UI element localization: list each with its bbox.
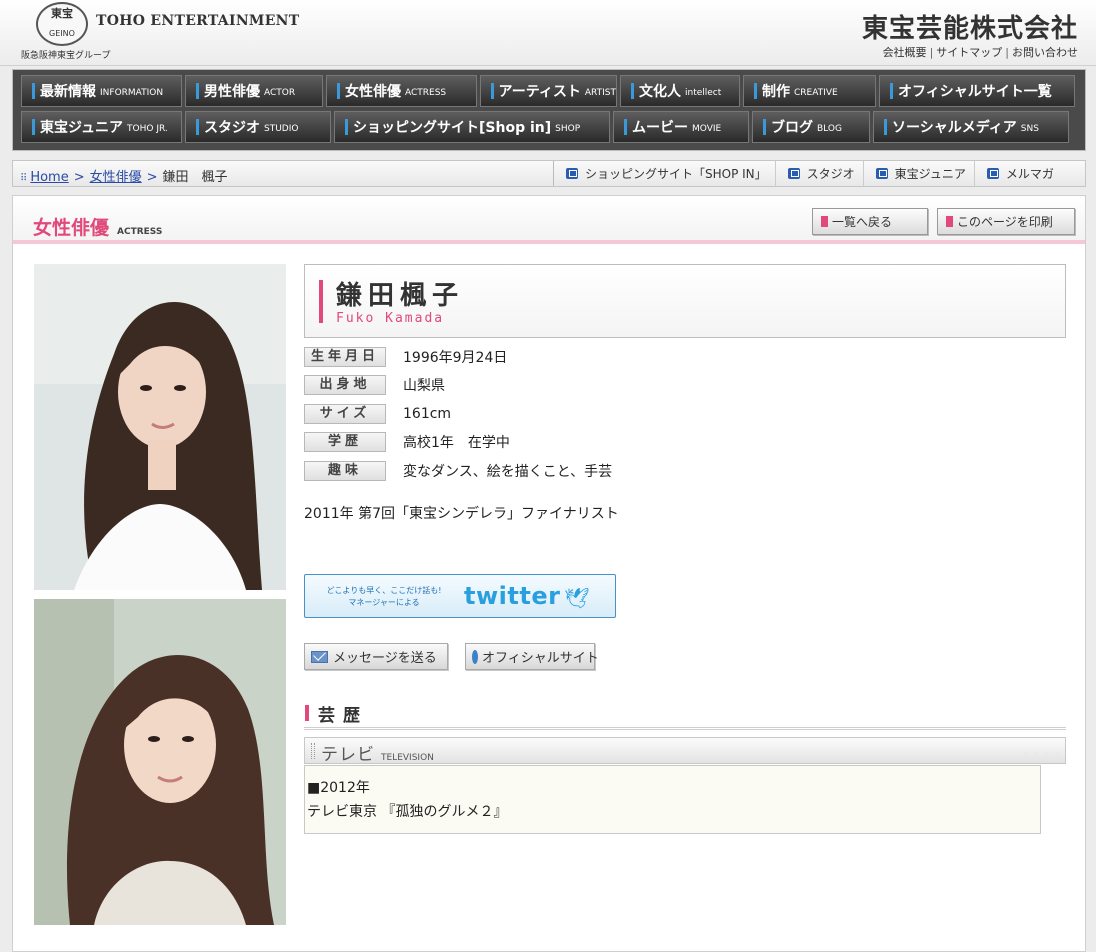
profile-value: 変なダンス、絵を描くこと、手芸 [403,464,613,480]
nav-official-sites[interactable]: オフィシャルサイト一覧 [879,75,1075,107]
twitter-banner[interactable]: どこよりも早く、ここだけ話も! マネージャーによる twitter 🕊 [304,574,616,618]
profile-row-size: サイズ 161cm [304,403,451,425]
name-japanese: 鎌田楓子 [336,281,465,311]
official-site-button[interactable]: オフィシャルサイト [465,643,599,670]
back-to-list-button[interactable]: 一覧へ戻る [812,208,928,235]
section-title: 女性俳優 ACTRESS [33,217,163,239]
breadcrumb-home[interactable]: Home [30,170,68,185]
profile-value: 高校1年 在学中 [403,435,510,451]
decorative-dots: . . . . [1024,746,1061,757]
profile-photo-2 [34,599,286,925]
quicklink-toho-jr[interactable]: 東宝ジュニア [864,161,975,186]
main-panel: 女性俳優 ACTRESS 一覧へ戻る このページを印刷 鎌田楓子 Fuko Ka… [12,195,1086,952]
nav-creative[interactable]: 制作 CREATIVE [743,75,876,107]
quicklink-shop[interactable]: ショッピングサイト「SHOP IN」 [554,161,776,186]
document-icon [946,216,953,227]
chevron-right-icon: > [73,170,85,185]
accent-bar [319,280,323,323]
nav-sns[interactable]: ソーシャルメディア SNS [873,111,1069,143]
accent-bar [305,705,309,721]
quicklink-mailmag[interactable]: メルマガ [975,161,1062,186]
tv-list: ■2012年 テレビ東京 『孤独のグルメ２』 [304,765,1041,834]
profile-photo-1 [34,264,286,590]
tv-entry: テレビ東京 『孤独のグルメ２』 [307,804,508,820]
name-box: 鎌田楓子 Fuko Kamada [304,264,1066,338]
print-page-button[interactable]: このページを印刷 [937,208,1075,235]
profile-value: 161cm [403,406,452,422]
send-message-button[interactable]: メッセージを送る [304,643,448,670]
profile-label: サイズ [304,404,386,424]
twitter-lead: どこよりも早く、ここだけ話も! マネージャーによる [326,586,442,607]
company-name: 東宝芸能株式会社 [861,14,1078,44]
profile-value: 1996年9月24日 [403,350,508,366]
nav-blog[interactable]: ブログ BLOG [752,111,870,143]
site-header: 東宝 GEINO TOHO ENTERTAINMENT 阪急阪神東宝グループ 東… [0,0,1096,66]
external-link-icon [875,168,888,179]
profile-label: 学歴 [304,432,386,452]
logo-sub: GEINO [49,29,75,38]
career-heading: 芸歴 [304,700,1066,730]
grip-icon: ⠿ [20,173,28,184]
chevron-right-icon: > [146,170,158,185]
nav-information[interactable]: 最新情報 INFORMATION [21,75,182,107]
group-name: 阪急阪神東宝グループ [21,51,111,61]
twitter-bird-icon: 🕊 [564,586,590,610]
external-link-icon [566,168,578,179]
profile-value: 山梨県 [403,378,445,394]
nav-toho-jr[interactable]: 東宝ジュニア TOHO JR. [21,111,182,143]
nav-movie[interactable]: ムービー MOVIE [613,111,749,143]
global-nav: 最新情報 INFORMATION 男性俳優 ACTOR 女性俳優 ACTRESS アー… [12,69,1086,151]
quicklink-studio[interactable]: スタジオ [776,161,864,186]
nav-intellect[interactable]: 文化人 intellect [620,75,740,107]
profile-row-birthplace: 出身地 山梨県 [304,374,445,396]
logo-kanji: 東宝 [51,7,73,20]
toho-geino-logo[interactable]: 東宝 GEINO [36,2,88,46]
quicklinks: ショッピングサイト「SHOP IN」 スタジオ 東宝ジュニア メルマガ [553,161,1062,186]
header-link-company[interactable]: 会社概要 [883,46,927,59]
profile-label: 出身地 [304,375,386,395]
twitter-wordmark: twitter [464,582,561,610]
profile-row-education: 学歴 高校1年 在学中 [304,431,510,453]
breadcrumb: ⠿ Home > 女性俳優 > 鎌田 楓子 [20,166,228,185]
profile-row-birthday: 生年月日 1996年9月24日 [304,346,507,368]
external-link-icon [986,168,999,179]
header-link-sitemap[interactable]: サイトマップ [936,46,1002,59]
logo-english: TOHO ENTERTAINMENT [96,13,300,29]
section-header: 女性俳優 ACTRESS 一覧へ戻る このページを印刷 [13,196,1085,244]
nav-row-1: 最新情報 INFORMATION 男性俳優 ACTOR 女性俳優 ACTRESS アー… [21,75,1077,107]
external-link-icon [787,168,800,179]
profile-label: 趣味 [304,461,386,481]
tv-heading: テレビ TELEVISION . . . . [304,737,1066,765]
nav-row-2: 東宝ジュニア TOHO JR. スタジオ STUDIO ショッピングサイト[Shop… [21,111,1077,143]
circle-icon [472,649,478,664]
nav-artist[interactable]: アーティスト ARTIST [480,75,617,107]
profile-label: 生年月日 [304,347,386,367]
nav-actress[interactable]: 女性俳優 ACTRESS [326,75,477,107]
name-english: Fuko Kamada [336,311,445,326]
back-arrow-icon [821,216,828,227]
nav-studio[interactable]: スタジオ STUDIO [185,111,331,143]
breadcrumb-category[interactable]: 女性俳優 [90,170,142,185]
header-links: 会社概要 | サイトマップ | お問い合わせ [882,46,1078,59]
nav-shop[interactable]: ショッピングサイト[Shop in] SHOP [334,111,610,143]
nav-actor[interactable]: 男性俳優 ACTOR [185,75,323,107]
breadcrumb-current: 鎌田 楓子 [162,170,228,185]
header-link-contact[interactable]: お問い合わせ [1012,46,1078,59]
mail-icon [311,650,328,663]
breadcrumb-bar: ⠿ Home > 女性俳優 > 鎌田 楓子 ショッピングサイト「SHOP IN」 スタジオ… [12,160,1086,187]
profile-row-hobby: 趣味 変なダンス、絵を描くこと、手芸 [304,460,612,482]
tv-year: ■2012年 [307,780,370,796]
award-text: 2011年 第7回「東宝シンデレラ」ファイナリスト [304,506,619,522]
grip-icon [311,743,315,759]
